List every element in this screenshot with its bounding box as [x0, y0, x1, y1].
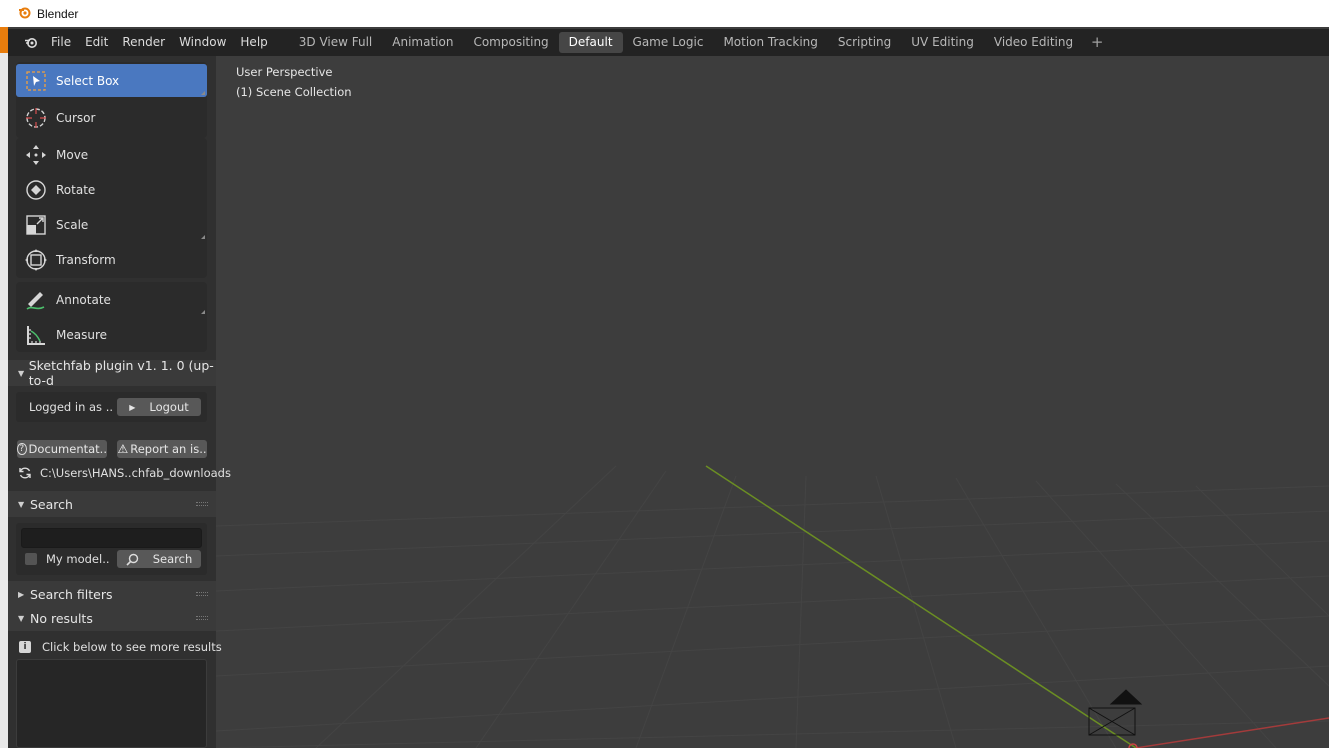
tool-transform[interactable]: Transform: [16, 243, 207, 276]
tool-group-transform: Move Rotate Scale Transform: [16, 138, 207, 278]
tab-animation[interactable]: Animation: [382, 32, 463, 53]
menu-file[interactable]: File: [44, 29, 78, 56]
transform-icon: [16, 248, 56, 272]
report-label: Report an is..: [130, 442, 207, 456]
tool-label: Cursor: [56, 110, 96, 125]
tool-label: Move: [56, 147, 89, 162]
drag-grip-icon[interactable]: [196, 592, 208, 596]
download-path-row[interactable]: C:\Users\HANS..chfab_downloads: [18, 466, 231, 480]
play-icon: ▶: [129, 402, 136, 412]
annotate-pencil-icon: [16, 288, 56, 312]
search-input[interactable]: [21, 528, 202, 548]
tool-label: Rotate: [56, 182, 96, 197]
collapse-triangle-icon: ▼: [18, 499, 25, 509]
scale-icon: [16, 214, 56, 235]
tool-rotate[interactable]: Rotate: [16, 173, 207, 206]
logout-label: Logout: [149, 400, 189, 414]
tool-label: Scale: [56, 217, 89, 232]
tab-default[interactable]: Default: [558, 32, 623, 53]
select-box-icon: [16, 70, 56, 92]
tool-select-box[interactable]: Select Box: [16, 64, 207, 97]
tab-scripting[interactable]: Scripting: [828, 32, 901, 53]
search-panel-header[interactable]: ▼ Search: [8, 491, 216, 517]
window-edge: [0, 27, 8, 748]
toolbar-panel: Select Box Cursor Move Rotate Scale Tran…: [8, 56, 231, 748]
3d-viewport[interactable]: User Perspective (1) Scene Collection: [216, 56, 1329, 748]
tab-motion-tracking[interactable]: Motion Tracking: [713, 32, 827, 53]
results-hint-label: Click below to see more results: [42, 640, 222, 654]
search-filters-header[interactable]: ▶ Search filters: [8, 581, 216, 607]
search-button-label: Search: [152, 552, 193, 566]
rotate-icon: [16, 178, 56, 202]
search-filters-label: Search filters: [30, 586, 113, 602]
viewport-collection-label: (1) Scene Collection: [236, 85, 352, 99]
my-models-checkbox[interactable]: [25, 553, 37, 565]
window-titlebar: Blender: [0, 0, 1329, 27]
blender-menu-icon[interactable]: [18, 36, 44, 50]
tool-measure[interactable]: Measure: [16, 318, 207, 351]
window-title: Blender: [37, 6, 79, 21]
tool-label: Select Box: [56, 73, 120, 88]
menu-render[interactable]: Render: [115, 29, 172, 56]
viewport-grid: [216, 465, 1329, 748]
download-path-label: C:\Users\HANS..chfab_downloads: [40, 466, 231, 480]
menu-help[interactable]: Help: [233, 29, 274, 56]
collapse-triangle-icon: ▼: [18, 368, 25, 378]
cursor-icon: [16, 106, 56, 130]
tab-game-logic[interactable]: Game Logic: [623, 32, 714, 53]
tool-annotate[interactable]: Annotate: [16, 283, 207, 316]
search-header-label: Search: [30, 496, 73, 512]
drag-grip-icon[interactable]: [196, 616, 208, 620]
results-panel-header[interactable]: ▼ No results: [8, 605, 216, 631]
collapse-triangle-icon: ▼: [18, 613, 25, 623]
tool-label: Annotate: [56, 292, 111, 307]
help-circle-icon: ?: [17, 443, 27, 455]
search-icon: [126, 553, 139, 566]
x-axis-line: [1135, 717, 1329, 748]
tab-uv-editing[interactable]: UV Editing: [901, 32, 984, 53]
logged-in-label: Logged in as ..: [29, 400, 114, 414]
report-issue-button[interactable]: ⚠ Report an is..: [117, 440, 207, 458]
search-button[interactable]: Search: [117, 550, 201, 568]
search-box: My model.. Search: [16, 523, 207, 575]
sketchfab-panel-header[interactable]: ▼ Sketchfab plugin v1. 1. 0 (up-to-d: [8, 358, 216, 388]
results-header-label: No results: [30, 610, 93, 626]
tool-cursor[interactable]: Cursor: [16, 101, 207, 134]
info-icon: i: [19, 641, 31, 653]
tool-label: Measure: [56, 327, 107, 342]
tab-compositing[interactable]: Compositing: [463, 32, 558, 53]
menu-edit[interactable]: Edit: [78, 29, 115, 56]
tool-move[interactable]: Move: [16, 138, 207, 171]
tool-label: Transform: [56, 252, 116, 267]
warning-icon: ⚠: [117, 442, 129, 456]
tool-group-select: Select Box Cursor: [16, 62, 207, 138]
logout-button[interactable]: ▶ Logout: [117, 398, 201, 416]
camera-object: [1088, 689, 1143, 736]
viewport-perspective-label: User Perspective: [236, 65, 333, 79]
expand-triangle-icon: ▶: [18, 589, 25, 599]
drag-grip-icon[interactable]: [196, 502, 208, 506]
tool-scale[interactable]: Scale: [16, 208, 207, 241]
documentation-label: Documentat..: [28, 442, 107, 456]
add-workspace-button[interactable]: +: [1087, 33, 1107, 53]
measure-ruler-icon: [16, 324, 56, 346]
my-models-label: My model..: [46, 552, 110, 566]
results-hint: i Click below to see more results: [19, 640, 222, 654]
menu-window[interactable]: Window: [172, 29, 233, 56]
y-axis-line: [705, 465, 1137, 748]
tool-group-annotate: Annotate Measure: [16, 282, 207, 352]
refresh-icon: [18, 466, 32, 480]
blender-logo-icon: [18, 6, 31, 22]
results-thumbnail-area[interactable]: [16, 659, 207, 748]
sketchfab-header-label: Sketchfab plugin v1. 1. 0 (up-to-d: [28, 358, 214, 388]
tab-3d-view-full[interactable]: 3D View Full: [289, 32, 383, 53]
tab-video-editing[interactable]: Video Editing: [984, 32, 1083, 53]
documentation-button[interactable]: ? Documentat..: [17, 440, 107, 458]
move-icon: [16, 144, 56, 166]
login-box: Logged in as .. ▶ Logout: [16, 392, 207, 422]
topbar: File Edit Render Window Help 3D View Ful…: [8, 29, 1329, 56]
